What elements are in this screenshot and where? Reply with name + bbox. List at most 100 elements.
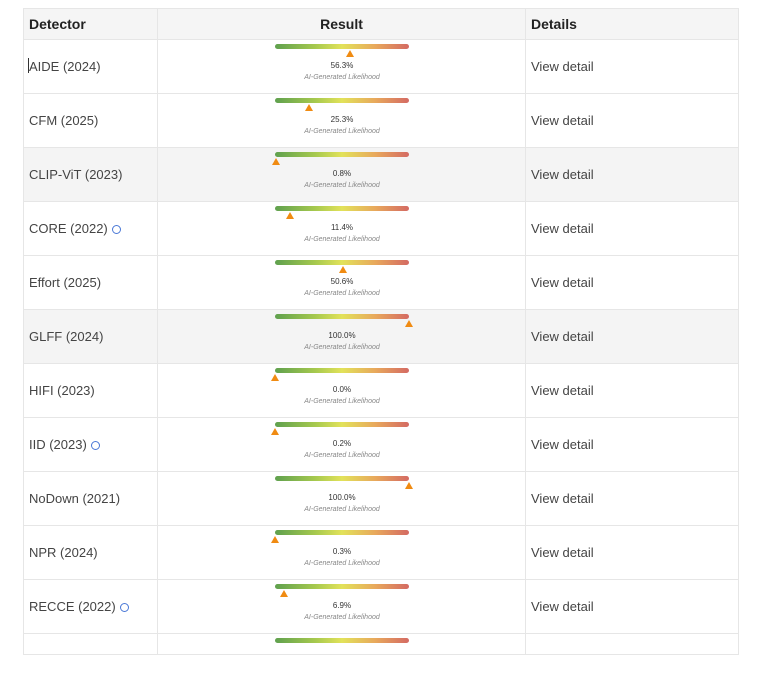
result-cell: 100.0% AI-Generated Likelihood: [158, 310, 526, 363]
likelihood-marker-icon: [272, 158, 281, 165]
table-body: AIDE (2024) 56.3% AI-Generated Likelihoo…: [24, 40, 738, 634]
likelihood-percent: 0.3%: [332, 547, 352, 556]
detector-name: NPR (2024): [29, 545, 98, 560]
likelihood-bar: [275, 44, 409, 49]
view-detail-link[interactable]: View detail: [531, 383, 594, 398]
likelihood-marker-icon: [304, 104, 313, 111]
view-detail-link[interactable]: View detail: [531, 113, 594, 128]
detector-name-label: CORE (2022): [29, 221, 108, 236]
detector-name: CFM (2025): [29, 113, 98, 128]
likelihood-marker-icon: [405, 320, 413, 327]
view-detail-link[interactable]: View detail: [531, 491, 594, 506]
header-details: Details: [531, 16, 577, 32]
likelihood-meter: 100.0% AI-Generated Likelihood: [275, 476, 413, 516]
table-row: GLFF (2024) 100.0% AI-Generated Likeliho…: [24, 310, 738, 364]
likelihood-bar: [275, 260, 409, 265]
detector-name: IID (2023): [29, 437, 100, 452]
result-cell: 0.2% AI-Generated Likelihood: [158, 418, 526, 471]
likelihood-meter: 0.8% AI-Generated Likelihood: [272, 152, 409, 192]
likelihood-percent: 50.6%: [330, 277, 354, 286]
table-row: Effort (2025) 50.6% AI-Generated Likelih…: [24, 256, 738, 310]
likelihood-marker-icon: [405, 482, 413, 489]
view-detail-link[interactable]: View detail: [531, 59, 594, 74]
result-cell: 100.0% AI-Generated Likelihood: [158, 472, 526, 525]
table-row: NPR (2024) 0.3% AI-Generated Likelihood …: [24, 526, 738, 580]
likelihood-bar: [275, 368, 409, 373]
likelihood-meter: 25.3% AI-Generated Likelihood: [275, 98, 409, 138]
detector-name: CLIP-ViT (2023): [29, 167, 122, 182]
table-row-partial: [24, 634, 738, 655]
likelihood-bar: [275, 98, 409, 103]
detector-name-label: CLIP-ViT (2023): [29, 167, 123, 182]
table-row: CLIP-ViT (2023) 0.8% AI-Generated Likeli…: [24, 148, 738, 202]
result-cell: 56.3% AI-Generated Likelihood: [158, 40, 526, 93]
header-detector: Detector: [24, 9, 158, 39]
detector-name: GLFF (2024): [29, 329, 103, 344]
result-cell: 0.3% AI-Generated Likelihood: [158, 526, 526, 579]
view-detail-link[interactable]: View detail: [531, 599, 594, 614]
result-cell: 11.4% AI-Generated Likelihood: [158, 202, 526, 255]
likelihood-meter: 11.4% AI-Generated Likelihood: [275, 206, 409, 246]
likelihood-percent: 0.2%: [332, 439, 352, 448]
view-detail-link[interactable]: View detail: [531, 545, 594, 560]
likelihood-marker-icon: [271, 428, 280, 435]
likelihood-marker-icon: [271, 536, 280, 543]
likelihood-bar: [275, 638, 409, 643]
likelihood-meter: 0.3% AI-Generated Likelihood: [271, 530, 409, 570]
likelihood-caption: AI-Generated Likelihood: [304, 344, 380, 351]
likelihood-caption: AI-Generated Likelihood: [304, 290, 380, 297]
likelihood-percent: 56.3%: [330, 61, 354, 70]
detector-name-label: CFM (2025): [29, 113, 99, 128]
result-cell: 0.8% AI-Generated Likelihood: [158, 148, 526, 201]
likelihood-percent: 6.9%: [332, 601, 352, 610]
likelihood-bar: [275, 530, 409, 535]
result-cell: 0.0% AI-Generated Likelihood: [158, 364, 526, 417]
likelihood-meter: 6.9% AI-Generated Likelihood: [275, 584, 409, 624]
result-cell: 25.3% AI-Generated Likelihood: [158, 94, 526, 147]
detector-name-label: RECCE (2022): [29, 599, 116, 614]
detector-name: NoDown (2021): [29, 491, 120, 506]
likelihood-caption: AI-Generated Likelihood: [304, 452, 380, 459]
likelihood-marker-icon: [338, 266, 347, 273]
likelihood-caption: AI-Generated Likelihood: [304, 182, 380, 189]
likelihood-marker-icon: [286, 212, 295, 219]
likelihood-marker-icon: [271, 374, 279, 381]
table-row: HIFI (2023) 0.0% AI-Generated Likelihood…: [24, 364, 738, 418]
detector-name-label: HIFI (2023): [29, 383, 95, 398]
view-detail-link[interactable]: View detail: [531, 437, 594, 452]
header-result: Result: [158, 9, 526, 39]
likelihood-caption: AI-Generated Likelihood: [304, 398, 380, 405]
table-header: Detector Result Details: [24, 8, 738, 40]
table-row: CORE (2022) 11.4% AI-Generated Likelihoo…: [24, 202, 738, 256]
likelihood-caption: AI-Generated Likelihood: [304, 74, 380, 81]
info-icon[interactable]: [119, 603, 129, 612]
likelihood-bar: [275, 152, 409, 157]
likelihood-percent: 0.0%: [332, 385, 352, 394]
info-icon[interactable]: [90, 441, 100, 450]
likelihood-meter: 100.0% AI-Generated Likelihood: [275, 314, 413, 354]
likelihood-meter: 0.2% AI-Generated Likelihood: [271, 422, 409, 462]
likelihood-percent: 0.8%: [332, 169, 352, 178]
detector-name-label: AIDE (2024): [29, 59, 101, 74]
likelihood-meter: 56.3% AI-Generated Likelihood: [275, 44, 409, 84]
detector-name: RECCE (2022): [29, 599, 129, 614]
view-detail-link[interactable]: View detail: [531, 329, 594, 344]
likelihood-marker-icon: [280, 590, 289, 597]
text-cursor: [28, 58, 29, 73]
view-detail-link[interactable]: View detail: [531, 167, 594, 182]
likelihood-meter: 50.6% AI-Generated Likelihood: [275, 260, 409, 300]
likelihood-marker-icon: [346, 50, 355, 57]
detector-name-label: NPR (2024): [29, 545, 98, 560]
likelihood-caption: AI-Generated Likelihood: [304, 128, 380, 135]
view-detail-link[interactable]: View detail: [531, 275, 594, 290]
likelihood-percent: 11.4%: [330, 223, 354, 232]
likelihood-bar: [275, 584, 409, 589]
detector-name-label: NoDown (2021): [29, 491, 121, 506]
info-icon[interactable]: [111, 225, 121, 234]
detector-results-table: Detector Result Details AIDE (2024) 56.3…: [23, 8, 739, 655]
likelihood-caption: AI-Generated Likelihood: [304, 614, 380, 621]
table-row: CFM (2025) 25.3% AI-Generated Likelihood…: [24, 94, 738, 148]
likelihood-bar: [275, 314, 409, 319]
likelihood-meter: 0.0% AI-Generated Likelihood: [271, 368, 409, 408]
view-detail-link[interactable]: View detail: [531, 221, 594, 236]
